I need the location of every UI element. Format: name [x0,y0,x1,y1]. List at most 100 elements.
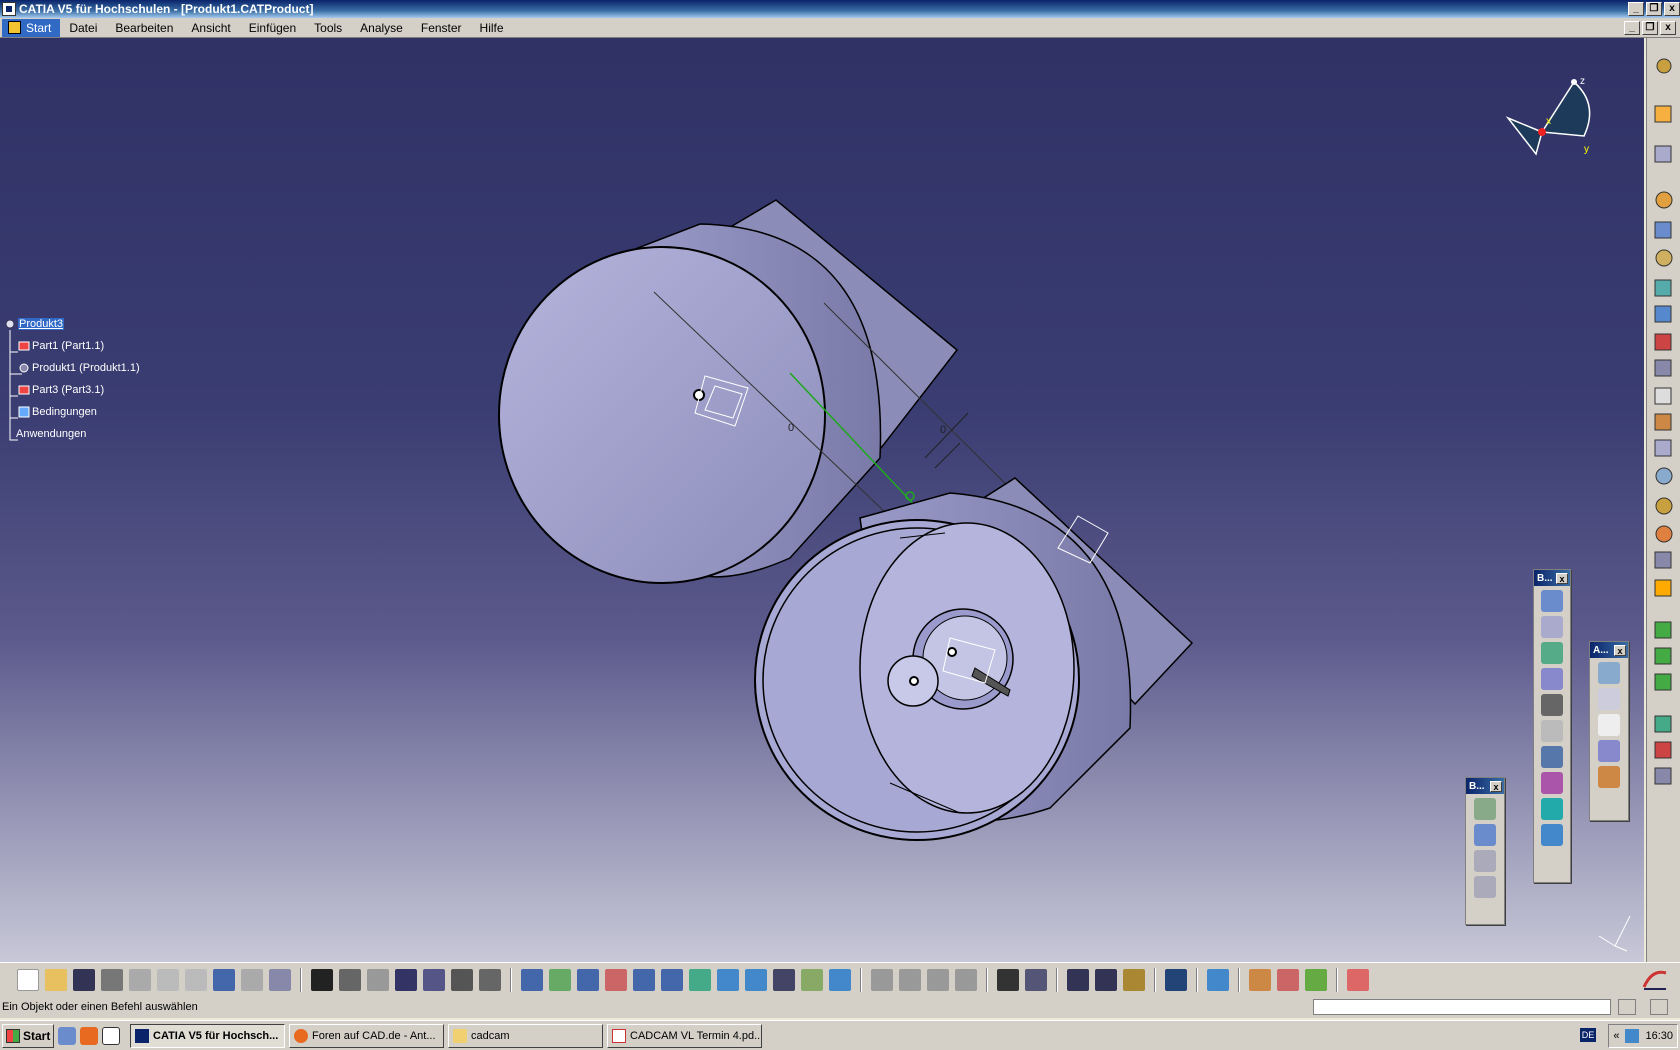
menu-start[interactable]: Start [2,18,61,37]
copy-icon[interactable] [157,968,179,991]
toolbar-tool-icon[interactable] [1541,772,1563,794]
language-indicator[interactable]: DE [1580,1028,1596,1042]
status-button-icon[interactable] [1650,999,1668,1015]
multi-view-icon[interactable] [717,968,739,991]
measure-icon[interactable] [1067,968,1089,991]
toolbar-tool-icon[interactable] [1598,662,1620,684]
floating-toolbar-a-header[interactable]: A... x [1590,642,1628,658]
open-icon[interactable] [45,968,67,991]
print-icon[interactable] [101,968,123,991]
floating-toolbar-b2[interactable]: B... x [1465,777,1505,925]
toolbar-tool-icon[interactable] [1541,590,1563,612]
cut-icon[interactable] [129,968,151,991]
quicklaunch-desktop-icon[interactable] [102,1026,120,1045]
scene-icon[interactable] [1305,968,1327,991]
toolbar-tool-icon[interactable] [1541,720,1563,742]
toolbar-tool-icon[interactable] [1474,876,1496,898]
menu-ansicht[interactable]: Ansicht [182,19,239,37]
part3-solid[interactable] [754,477,1194,841]
toolbar-tool-icon[interactable] [1541,616,1563,638]
toolbar-tool-icon[interactable] [1474,824,1496,846]
redo-icon[interactable] [241,968,263,991]
minimize-button[interactable]: _ [1628,2,1644,16]
close-icon[interactable]: x [1490,780,1502,792]
floating-toolbar-a[interactable]: A... x [1589,641,1629,821]
reorder-icon[interactable] [927,968,949,991]
quicklaunch-firefox-icon[interactable] [80,1026,98,1045]
save-icon[interactable] [73,968,95,991]
constraint-icon[interactable] [871,968,893,991]
normal-view-icon[interactable] [689,968,711,991]
parameters-icon[interactable] [479,968,501,991]
model-geometry[interactable]: 0 0 [0,38,1644,962]
iso-view-icon[interactable] [745,968,767,991]
floating-toolbar-b1-header[interactable]: B... x [1534,570,1570,586]
restore-button[interactable]: ❐ [1646,2,1662,16]
zoom-in-icon[interactable] [633,968,655,991]
toolbar-tool-icon[interactable] [1598,714,1620,736]
toolbar-tool-icon[interactable] [1541,642,1563,664]
task-catia[interactable]: CATIA V5 für Hochsch... [130,1023,285,1048]
status-button-icon[interactable] [1618,999,1636,1015]
rotate-icon[interactable] [605,968,627,991]
rules-icon[interactable] [423,968,445,991]
shading-icon[interactable] [773,968,795,991]
paste-icon[interactable] [185,968,207,991]
apply-material-icon[interactable] [1165,968,1187,991]
environment-icon[interactable] [1277,968,1299,991]
reuse-icon[interactable] [955,968,977,991]
task-cadcam-folder[interactable]: cadcam [448,1023,603,1048]
fly-icon[interactable] [521,968,543,991]
toolbar-tool-icon[interactable] [1474,798,1496,820]
formula-icon[interactable] [311,968,333,991]
toolbar-tool-icon[interactable] [1598,766,1620,788]
swap-space-icon[interactable] [829,968,851,991]
menu-bearbeiten[interactable]: Bearbeiten [106,19,182,37]
quicklaunch-ie-icon[interactable] [58,1026,76,1045]
tray-expand-arrow[interactable]: « [1613,1030,1619,1042]
catalog-icon[interactable] [1025,968,1047,991]
update-icon[interactable] [899,968,921,991]
toolbar-tool-icon[interactable] [1541,798,1563,820]
toolbar-tool-icon[interactable] [1598,688,1620,710]
toolbar-tool-icon[interactable] [1541,824,1563,846]
capture-icon[interactable] [997,968,1019,991]
menu-hilfe[interactable]: Hilfe [471,19,513,37]
comment-icon[interactable] [339,968,361,991]
toolbar-tool-icon[interactable] [1598,740,1620,762]
pan-icon[interactable] [577,968,599,991]
close-button[interactable]: x [1664,2,1680,16]
floating-toolbar-b1[interactable]: B... x [1533,569,1571,883]
render-icon[interactable] [1249,968,1271,991]
close-icon[interactable]: x [1614,644,1626,656]
grid-icon[interactable] [1347,968,1369,991]
mass-icon[interactable] [1123,968,1145,991]
doc-close-button[interactable]: x [1660,20,1676,35]
menu-tools[interactable]: Tools [305,19,351,37]
toolbar-tool-icon[interactable] [1474,850,1496,872]
measure-inertia-icon[interactable] [1095,968,1117,991]
view-layer-icon[interactable] [1207,968,1229,991]
menu-analyse[interactable]: Analyse [351,19,412,37]
lock-icon[interactable] [451,968,473,991]
knowledge-icon[interactable] [367,968,389,991]
doc-restore-button[interactable]: ❐ [1642,20,1658,35]
floating-toolbar-b2-header[interactable]: B... x [1466,778,1504,794]
toolbar-tool-icon[interactable] [1541,694,1563,716]
table-icon[interactable] [395,968,417,991]
menu-fenster[interactable]: Fenster [412,19,471,37]
toolbar-tool-icon[interactable] [1541,746,1563,768]
compass-icon[interactable]: z x y [1504,74,1604,174]
hide-show-icon[interactable] [801,968,823,991]
toolbar-tool-icon[interactable] [1541,668,1563,690]
task-firefox[interactable]: Foren auf CAD.de - Ant... [289,1023,444,1048]
undo-icon[interactable] [213,968,235,991]
doc-minimize-button[interactable]: _ [1624,20,1640,35]
menu-einfuegen[interactable]: Einfügen [240,19,305,37]
zoom-out-icon[interactable] [661,968,683,991]
close-icon[interactable]: x [1556,572,1568,584]
help-icon[interactable] [269,968,291,991]
fit-all-icon[interactable] [549,968,571,991]
start-button[interactable]: Start [2,1023,54,1048]
new-icon[interactable] [17,968,39,991]
